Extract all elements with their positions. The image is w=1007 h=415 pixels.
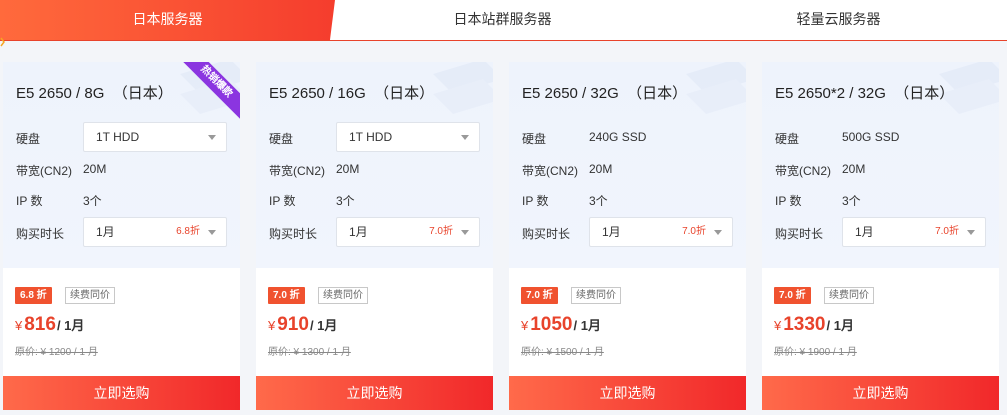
bandwidth-label: 带宽(CN2) (775, 164, 831, 178)
price-amount: 1050 (530, 314, 573, 335)
price-unit: / 1月 (56, 318, 85, 333)
card-title: E5 2650 / 16G （日本） (269, 85, 435, 102)
chevron-down-icon (208, 135, 216, 140)
ip-value: 3个 (83, 194, 102, 208)
bandwidth-label: 带宽(CN2) (269, 164, 325, 178)
renew-same-price-badge: 续费同价 (65, 287, 115, 304)
card-title: E5 2650*2 / 32G （日本） (775, 85, 955, 102)
currency-symbol: ¥ (15, 318, 23, 333)
disk-value: 1T HDD (349, 130, 393, 144)
currency-symbol: ¥ (774, 318, 782, 333)
card-title: E5 2650 / 8G （日本） (16, 85, 173, 102)
duration-discount: 6.8折 (176, 226, 200, 237)
original-price: 原价: ¥ 1900 / 1 月 (774, 347, 857, 358)
discount-badge: 7.0 折 (774, 287, 811, 304)
price: ¥816/ 1月 (15, 314, 84, 336)
renew-same-price-badge: 续费同价 (571, 287, 621, 304)
duration-label: 购买时长 (16, 227, 65, 241)
disk-value: 500G SSD (842, 130, 900, 144)
discount-badge: 7.0 折 (521, 287, 558, 304)
duration-value: 1月 (602, 225, 621, 239)
chevron-down-icon (461, 230, 469, 235)
buy-now-button[interactable]: 立即选购 (509, 376, 746, 410)
tab-bar: 日本服务器 日本站群服务器 轻量云服务器 (0, 0, 1007, 41)
bandwidth-value: 20M (842, 162, 866, 176)
bandwidth-value: 20M (83, 162, 107, 176)
tab-lightweight-cloud[interactable]: 轻量云服务器 (670, 0, 1007, 40)
disk-value: 240G SSD (589, 130, 647, 144)
original-price: 原价: ¥ 1500 / 1 月 (521, 347, 604, 358)
buy-now-button[interactable]: 立即选购 (256, 376, 493, 410)
duration-discount: 7.0折 (935, 226, 959, 237)
original-price: 原价: ¥ 1300 / 1 月 (268, 347, 351, 358)
product-card: 热销爆款 E5 2650 / 8G （日本） 硬盘 1T HDD 带宽(CN2)… (3, 62, 240, 410)
price-amount: 816 (24, 314, 56, 335)
chevron-down-icon (714, 230, 722, 235)
duration-label: 购买时长 (522, 227, 571, 241)
duration-value: 1月 (96, 225, 115, 239)
duration-select[interactable]: 1月 7.0折 (589, 217, 733, 247)
duration-label: 购买时长 (775, 227, 824, 241)
ip-label: IP 数 (775, 194, 802, 208)
price-unit: / 1月 (573, 318, 601, 333)
discount-badge: 6.8 折 (15, 287, 52, 304)
currency-symbol: ¥ (268, 318, 276, 333)
product-card: E5 2650 / 16G （日本） 硬盘 1T HDD 带宽(CN2) 20M… (256, 62, 493, 410)
ip-label: IP 数 (522, 194, 549, 208)
chevron-down-icon (461, 135, 469, 140)
renew-same-price-badge: 续费同价 (318, 287, 368, 304)
bandwidth-value: 20M (589, 162, 613, 176)
ip-value: 3个 (589, 194, 608, 208)
tab-japan-multi-ip-servers[interactable]: 日本站群服务器 (335, 0, 670, 40)
bandwidth-label: 带宽(CN2) (522, 164, 578, 178)
ip-label: IP 数 (269, 194, 296, 208)
bandwidth-label: 带宽(CN2) (16, 164, 72, 178)
product-card: E5 2650 / 32G （日本） 硬盘 240G SSD 带宽(CN2) 2… (509, 62, 746, 410)
duration-select[interactable]: 1月 7.0折 (842, 217, 986, 247)
duration-select[interactable]: 1月 7.0折 (336, 217, 480, 247)
price-unit: / 1月 (309, 318, 338, 333)
tab-japan-servers[interactable]: 日本服务器 (0, 0, 335, 40)
price-unit: / 1月 (826, 318, 854, 333)
card-title: E5 2650 / 32G （日本） (522, 85, 688, 102)
buy-now-button[interactable]: 立即选购 (762, 376, 999, 410)
disk-label: 硬盘 (775, 132, 800, 146)
product-card: E5 2650*2 / 32G （日本） 硬盘 500G SSD 带宽(CN2)… (762, 62, 999, 410)
currency-symbol: ¥ (521, 318, 529, 333)
ip-value: 3个 (336, 194, 355, 208)
duration-select[interactable]: 1月 6.8折 (83, 217, 227, 247)
price: ¥910/ 1月 (268, 314, 337, 336)
duration-value: 1月 (855, 225, 874, 239)
disk-label: 硬盘 (522, 132, 547, 146)
buy-now-button[interactable]: 立即选购 (3, 376, 240, 410)
disk-value: 1T HDD (96, 130, 140, 144)
disk-label: 硬盘 (16, 132, 41, 146)
disk-select[interactable]: 1T HDD (83, 122, 227, 152)
bandwidth-value: 20M (336, 162, 360, 176)
price: ¥1330/ 1月 (774, 314, 854, 336)
price-amount: 910 (277, 314, 309, 335)
price: ¥1050/ 1月 (521, 314, 601, 336)
original-price: 原价: ¥ 1200 / 1 月 (15, 347, 98, 358)
duration-discount: 7.0折 (682, 226, 706, 237)
disk-select[interactable]: 1T HDD (336, 122, 480, 152)
duration-label: 购买时长 (269, 227, 318, 241)
duration-discount: 7.0折 (429, 226, 453, 237)
discount-badge: 7.0 折 (268, 287, 305, 304)
price-amount: 1330 (783, 314, 826, 335)
renew-same-price-badge: 续费同价 (824, 287, 874, 304)
disk-label: 硬盘 (269, 132, 294, 146)
chevron-down-icon (967, 230, 975, 235)
ip-value: 3个 (842, 194, 861, 208)
sparkle-icon (0, 37, 5, 47)
duration-value: 1月 (349, 225, 368, 239)
chevron-down-icon (208, 230, 216, 235)
ip-label: IP 数 (16, 194, 43, 208)
